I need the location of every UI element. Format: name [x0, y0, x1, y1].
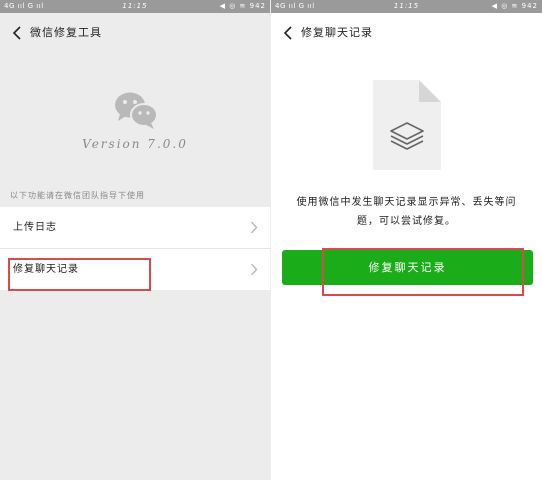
- repair-chat-history-screen: 4G ııl G ııl 11:15 ◀ ◎ ≋ 942 修复聊天记录 使用微信…: [271, 0, 542, 480]
- upload-log-item[interactable]: 上传日志: [0, 207, 270, 249]
- wechat-repair-tool-screen: 4G ııl G ııl 11:15 ◀ ◎ ≋ 942 微信修复工具 Vers…: [0, 0, 270, 480]
- status-bar: 4G ııl G ııl 11:15 ◀ ◎ ≋ 942: [0, 0, 270, 13]
- chevron-right-icon: [251, 263, 258, 276]
- wechat-logo-icon: [115, 92, 158, 129]
- status-icons: ◀ ◎ ≋ 942: [491, 2, 538, 10]
- repair-description: 使用微信中发生聊天记录显示异常、丢失等问题，可以尝试修复。: [296, 197, 517, 227]
- back-arrow-icon[interactable]: [281, 25, 297, 41]
- chevron-right-icon: [251, 221, 258, 234]
- repair-chat-history-item[interactable]: 修复聊天记录: [0, 249, 270, 290]
- list-item-label: 修复聊天记录: [13, 264, 79, 275]
- back-arrow-icon[interactable]: [10, 25, 26, 41]
- status-bar: 4G ııl G ııl 11:15 ◀ ◎ ≋ 942: [271, 0, 542, 13]
- file-stack-icon: [373, 80, 441, 170]
- page-title: 修复聊天记录: [301, 26, 373, 39]
- nav-bar: 微信修复工具: [0, 13, 270, 53]
- status-icons: ◀ ◎ ≋ 942: [219, 2, 266, 10]
- nav-bar: 修复聊天记录: [271, 13, 542, 53]
- version-label: Version 7.0.0: [82, 137, 188, 151]
- list-item-label: 上传日志: [13, 222, 57, 233]
- tool-list: 上传日志 修复聊天记录: [0, 207, 270, 290]
- page-title: 微信修复工具: [30, 26, 102, 39]
- usage-hint: 以下功能请在微信团队指导下使用: [10, 191, 145, 200]
- repair-chat-history-button[interactable]: 修复聊天记录: [282, 250, 533, 285]
